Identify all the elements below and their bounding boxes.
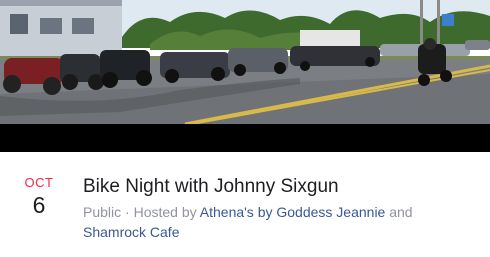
event-date: OCT 6	[20, 175, 58, 218]
event-meta: Public · Hosted by Athena's by Goddess J…	[83, 202, 478, 242]
host-link-athenas[interactable]: Athena's by Goddess Jeannie	[200, 204, 386, 220]
privacy-label: Public	[83, 204, 122, 220]
meta-separator: ·	[125, 204, 130, 220]
hosts-conjunction: and	[389, 204, 413, 220]
event-month: OCT	[24, 175, 54, 190]
host-link-shamrock-cafe[interactable]: Shamrock Cafe	[83, 224, 179, 240]
cover-bottom-band	[0, 124, 490, 152]
event-title[interactable]: Bike Night with Johnny Sixgun	[83, 174, 478, 199]
event-cover-photo[interactable]	[0, 0, 490, 124]
event-card: OCT 6 Bike Night with Johnny Sixgun Publ…	[0, 0, 490, 257]
event-day: 6	[32, 192, 46, 218]
hosted-by-label: Hosted by	[133, 204, 197, 220]
event-details: Bike Night with Johnny Sixgun Public · H…	[83, 174, 478, 242]
